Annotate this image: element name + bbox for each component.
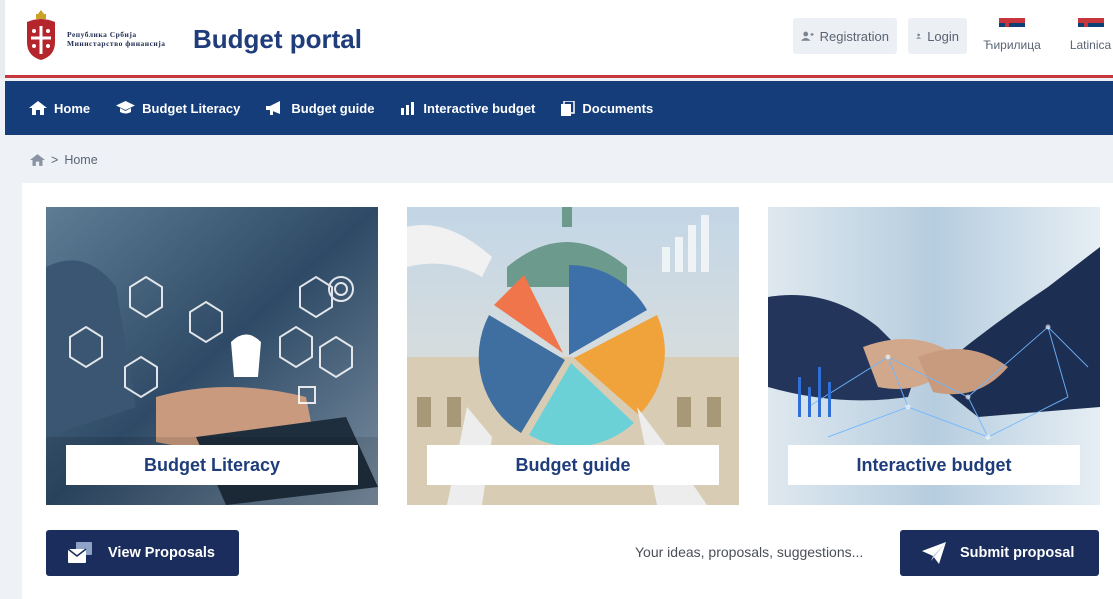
- ministry-name: Република Србија Министарство финансија: [67, 30, 166, 48]
- tile-budget-guide[interactable]: Budget guide: [407, 207, 739, 505]
- home-icon[interactable]: [30, 154, 45, 166]
- user-icon: [916, 33, 922, 39]
- nav-item-home[interactable]: Home: [29, 101, 90, 116]
- breadcrumb: > Home: [30, 153, 98, 167]
- registration-button[interactable]: Registration: [793, 18, 897, 54]
- serbian-flag-icon: [1077, 18, 1104, 32]
- nav-label: Documents: [582, 100, 654, 116]
- nav-item-budget-guide[interactable]: Budget guide: [266, 101, 374, 116]
- nav-item-interactive-budget[interactable]: Interactive budget: [400, 101, 535, 116]
- document-icon: [561, 100, 576, 116]
- nav-label: Budget guide: [291, 100, 375, 116]
- breadcrumb-current: Home: [64, 153, 98, 167]
- home-icon: [29, 101, 47, 115]
- add-user-icon: [801, 31, 814, 41]
- tile-label: Budget Literacy: [66, 445, 358, 485]
- megaphone-icon: [266, 101, 281, 115]
- tile-budget-literacy[interactable]: Budget Literacy: [46, 207, 378, 505]
- tile-label: Budget guide: [427, 445, 719, 485]
- main-content: Budget Literacy Budget guide Interactive…: [22, 183, 1113, 599]
- language-cyrillic-label: Ћирилица: [983, 38, 1041, 52]
- paper-plane-icon: [922, 542, 946, 564]
- login-label: Login: [927, 28, 959, 44]
- proposals-icon: [68, 542, 92, 563]
- submit-proposal-label: Submit proposal: [960, 545, 1075, 561]
- nav-item-budget-literacy[interactable]: Budget Literacy: [116, 101, 240, 116]
- view-proposals-button[interactable]: View Proposals: [46, 530, 239, 576]
- graduation-cap-icon: [116, 101, 136, 114]
- coat-of-arms-logo[interactable]: [25, 8, 57, 64]
- nav-item-documents[interactable]: Documents: [561, 100, 654, 116]
- view-proposals-label: View Proposals: [108, 545, 215, 561]
- tile-label: Interactive budget: [788, 445, 1080, 485]
- nav-label: Budget Literacy: [142, 100, 241, 116]
- language-latin[interactable]: Latinica: [1063, 18, 1113, 52]
- submit-proposal-button[interactable]: Submit proposal: [900, 530, 1099, 576]
- language-latin-label: Latinica: [1069, 38, 1112, 52]
- nav-label: Interactive budget: [423, 100, 536, 116]
- serbian-flag-icon: [999, 18, 1025, 32]
- nav-label: Home: [54, 100, 91, 116]
- breadcrumb-separator: >: [51, 153, 59, 167]
- tile-interactive-budget[interactable]: Interactive budget: [768, 207, 1100, 505]
- language-cyrillic[interactable]: Ћирилица: [983, 18, 1041, 52]
- ministry-line-2: Министарство финансија: [67, 39, 166, 48]
- portal-title[interactable]: Budget portal: [193, 24, 362, 55]
- chart-icon: [401, 102, 415, 115]
- main-nav: Home Budget Literacy Budget guide Intera…: [5, 81, 1113, 135]
- registration-label: Registration: [819, 28, 889, 44]
- ministry-line-1: Република Србија: [67, 30, 137, 39]
- ideas-text: Your ideas, proposals, suggestions...: [635, 544, 864, 560]
- site-header: Република Србија Министарство финансија …: [0, 0, 1113, 78]
- login-button[interactable]: Login: [908, 18, 967, 54]
